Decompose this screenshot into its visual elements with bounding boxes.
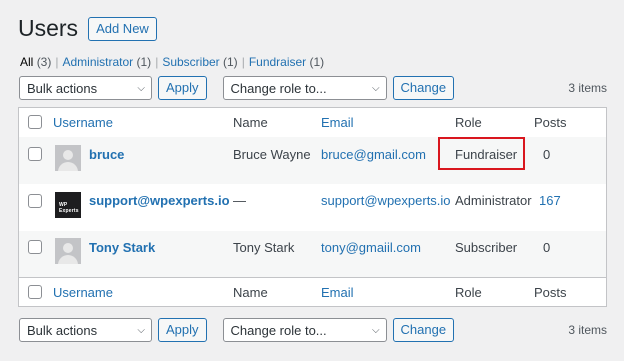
user-role: Subscriber: [455, 240, 518, 255]
change-role-value: Change role to...: [230, 80, 327, 96]
items-count: 3 items: [568, 323, 607, 337]
post-count: 0: [543, 240, 551, 255]
email-link[interactable]: bruce@gmail.com: [321, 147, 426, 162]
column-role: Role: [455, 115, 482, 130]
column-name: Name: [233, 115, 268, 130]
change-role-value: Change role to...: [230, 322, 327, 338]
user-name: —: [233, 193, 246, 208]
post-count-link[interactable]: 167: [539, 193, 561, 208]
tablenav-bottom: Bulk actions ⌵ Apply Change role to... ⌵…: [19, 318, 607, 342]
bulk-actions-value: Bulk actions: [27, 80, 98, 96]
row-checkbox[interactable]: [28, 194, 42, 208]
filter-separator: |: [155, 55, 159, 69]
email-link[interactable]: support@wpexperts.io: [321, 193, 451, 208]
chevron-down-icon: ⌵: [371, 324, 380, 336]
filter-administrator-label: Administrator: [62, 55, 134, 69]
filter-fundraiser[interactable]: Fundraiser (1): [249, 55, 324, 69]
column-posts: Posts: [534, 115, 567, 130]
user-name: Tony Stark: [233, 240, 295, 255]
bulk-actions-select[interactable]: Bulk actions ⌵: [19, 318, 152, 342]
row-checkbox[interactable]: [28, 240, 42, 254]
avatar: [55, 145, 81, 171]
change-button[interactable]: Change: [392, 318, 455, 342]
add-new-button[interactable]: Add New: [88, 16, 157, 41]
filter-subscriber-count: (1): [223, 55, 238, 69]
select-all-checkbox[interactable]: [28, 115, 42, 129]
bulk-actions-select[interactable]: Bulk actions ⌵: [19, 76, 152, 100]
filter-administrator[interactable]: Administrator (1): [62, 55, 151, 69]
apply-button[interactable]: Apply: [158, 318, 207, 342]
change-role-select[interactable]: Change role to... ⌵: [222, 318, 387, 342]
column-posts: Posts: [534, 285, 567, 300]
chevron-down-icon: ⌵: [137, 82, 145, 94]
table-row: bruce Bruce Wayne bruce@gmail.com Fundra…: [19, 137, 606, 184]
table-header-row: Username Name Email Role Posts: [19, 108, 606, 138]
filter-subscriber-label: Subscriber: [162, 55, 220, 69]
chevron-down-icon: ⌵: [371, 82, 380, 94]
change-button[interactable]: Change: [392, 76, 455, 100]
column-email[interactable]: Email: [321, 115, 354, 130]
row-checkbox[interactable]: [28, 147, 42, 161]
change-role-select[interactable]: Change role to... ⌵: [222, 76, 387, 100]
role-filter-links: All (3) | Administrator (1) | Subscriber (1)…: [20, 55, 324, 69]
email-link[interactable]: tony@gmaiil.com: [321, 240, 421, 255]
column-name: Name: [233, 285, 268, 300]
filter-administrator-count: (1): [136, 55, 152, 69]
table-footer-row: Username Name Email Role Posts: [19, 277, 606, 307]
filter-separator: |: [241, 55, 245, 69]
table-row: Tony Stark Tony Stark tony@gmaiil.com Su…: [19, 231, 606, 277]
filter-fundraiser-label: Fundraiser: [248, 55, 307, 69]
users-table: Username Name Email Role Posts bruce Bru…: [18, 107, 607, 307]
items-count: 3 items: [568, 81, 607, 95]
select-all-checkbox[interactable]: [28, 285, 42, 299]
filter-all[interactable]: All (3): [20, 55, 51, 69]
avatar: WP Experts: [55, 192, 81, 218]
user-role: Fundraiser: [455, 147, 518, 162]
username-link[interactable]: bruce: [89, 147, 124, 162]
page-header: Users Add New: [18, 14, 157, 43]
table-row: WP Experts support@wpexperts.io — suppor…: [19, 184, 606, 231]
filter-all-label: All: [20, 55, 34, 69]
wpexperts-logo-text: WP Experts: [59, 202, 79, 214]
bulk-actions-value: Bulk actions: [27, 322, 98, 338]
username-link[interactable]: Tony Stark: [89, 240, 155, 255]
avatar: [55, 238, 81, 264]
user-role: Administrator: [455, 193, 532, 208]
column-username[interactable]: Username: [53, 285, 113, 300]
username-link[interactable]: support@wpexperts.io: [89, 193, 230, 208]
apply-button[interactable]: Apply: [158, 76, 207, 100]
column-email[interactable]: Email: [321, 285, 354, 300]
filter-subscriber[interactable]: Subscriber (1): [162, 55, 237, 69]
tablenav-top: Bulk actions ⌵ Apply Change role to... ⌵…: [19, 76, 607, 100]
post-count: 0: [543, 147, 551, 162]
filter-fundraiser-count: (1): [309, 55, 325, 69]
column-role: Role: [455, 285, 482, 300]
filter-separator: |: [55, 55, 59, 69]
filter-all-count: (3): [36, 55, 52, 69]
user-name: Bruce Wayne: [233, 147, 311, 162]
chevron-down-icon: ⌵: [137, 324, 145, 336]
page-title: Users: [18, 15, 79, 41]
column-username[interactable]: Username: [53, 115, 113, 130]
